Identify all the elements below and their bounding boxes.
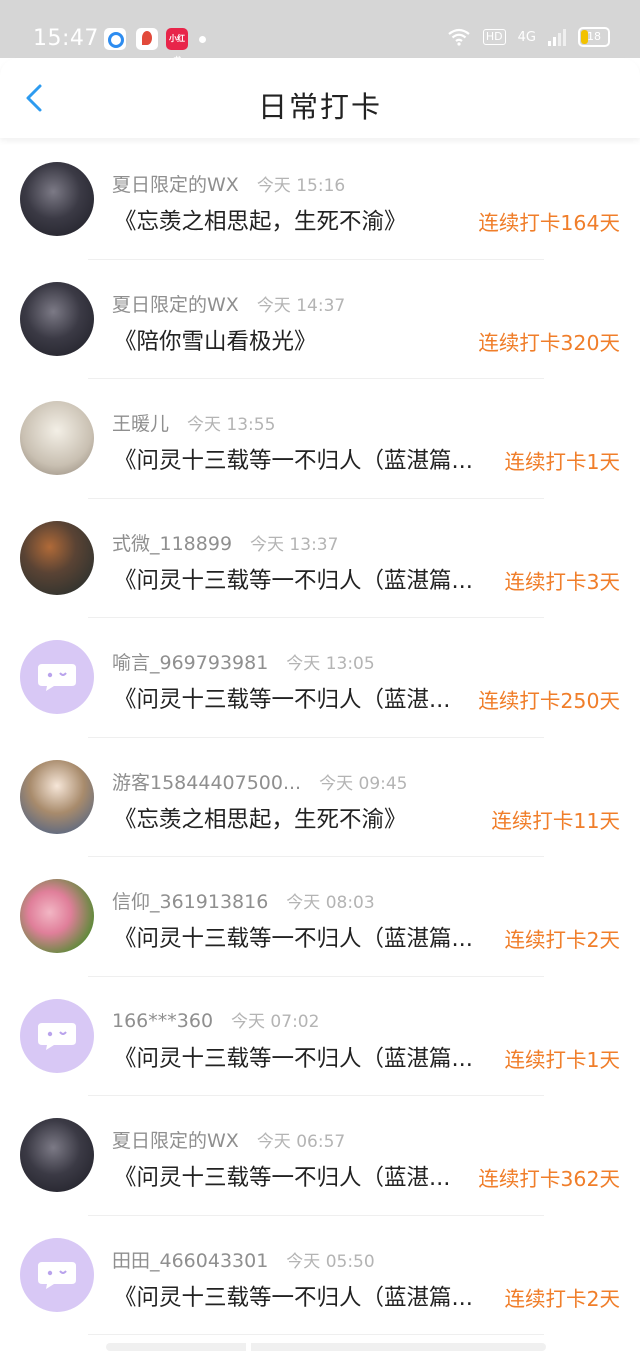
status-indicators: HD 4G 18 <box>447 27 610 47</box>
user-meta: 夏日限定的WX 今天 06:57 <box>112 1126 345 1153</box>
checkin-row[interactable]: 信仰_361913816 今天 08:03 《问灵十三载等一不归人（蓝湛篇... 连续… <box>0 857 640 977</box>
avatar[interactable] <box>20 162 94 236</box>
notification-dot <box>199 36 206 43</box>
status-bar: 15:47 小红书 HD 4G 18 <box>0 0 640 65</box>
checkin-title[interactable]: 《问灵十三载等一不归人（蓝湛... <box>114 1160 450 1192</box>
checkin-title[interactable]: 《问灵十三载等一不归人（蓝湛篇... <box>114 921 473 953</box>
avatar[interactable] <box>20 640 94 714</box>
checkin-title[interactable]: 《陪你雪山看极光》 <box>114 324 317 356</box>
username[interactable]: 田田_466043301 <box>112 1250 268 1272</box>
user-meta: 166***360 今天 07:02 <box>112 1007 319 1032</box>
checkin-time: 今天 09:45 <box>319 773 408 794</box>
streak-label: 连续打卡1天 <box>504 450 620 474</box>
checkin-row[interactable]: 式微_118899 今天 13:37 《问灵十三载等一不归人（蓝湛篇... 连续打卡3… <box>0 499 640 619</box>
avatar[interactable] <box>20 759 94 834</box>
user-meta: 式微_118899 今天 13:37 <box>112 529 338 556</box>
avatar[interactable] <box>20 401 94 475</box>
avatar[interactable] <box>20 1118 94 1192</box>
username[interactable]: 夏日限定的WX <box>112 174 239 196</box>
page-header: 日常打卡 <box>0 58 640 138</box>
username[interactable]: 式微_118899 <box>112 533 232 555</box>
checkin-time: 今天 08:03 <box>286 893 375 913</box>
xiaohongshu-app-icon: 小红书 <box>166 28 188 65</box>
hd-badge: HD <box>482 29 506 45</box>
checkin-row[interactable]: 游客15844407500... 今天 09:45 《忘羡之相思起，生死不渝》 连续打… <box>0 738 640 858</box>
streak-label: 连续打卡2天 <box>504 928 620 952</box>
username[interactable]: 喻言_969793981 <box>112 652 268 674</box>
chat-bubble-icon <box>38 664 76 691</box>
username[interactable]: 夏日限定的WX <box>112 1130 239 1152</box>
user-meta: 田田_466043301 今天 05:50 <box>112 1246 375 1273</box>
checkin-time: 今天 05:50 <box>286 1251 375 1272</box>
checkin-title[interactable]: 《问灵十三载等一不归人（蓝湛篇... <box>114 563 473 595</box>
user-meta: 喻言_969793981 今天 13:05 <box>112 648 375 675</box>
streak-label: 连续打卡250天 <box>478 689 620 713</box>
avatar[interactable] <box>20 281 94 356</box>
chat-bubble-icon <box>38 1261 76 1289</box>
user-meta: 信仰_361913816 今天 08:03 <box>112 887 375 914</box>
checkin-row[interactable]: 166***360 今天 07:02 《问灵十三载等一不归人（蓝湛篇... 连续打卡1… <box>0 977 640 1097</box>
checkin-time: 今天 07:02 <box>231 1011 320 1032</box>
user-meta: 夏日限定的WX 今天 14:37 <box>112 290 345 317</box>
user-meta: 夏日限定的WX 今天 15:16 <box>112 170 345 197</box>
wifi-icon <box>447 28 471 46</box>
chat-bubble-icon <box>38 1022 76 1050</box>
checkin-row[interactable]: 喻言_969793981 今天 13:05 《问灵十三载等一不归人（蓝湛... 连续打… <box>0 618 640 738</box>
checkin-time: 今天 06:57 <box>256 1132 346 1152</box>
avatar[interactable] <box>20 879 94 953</box>
username[interactable]: 游客15844407500... <box>112 772 301 794</box>
avatar[interactable] <box>20 998 94 1073</box>
page-title: 日常打卡 <box>257 90 382 124</box>
streak-label: 连续打卡362天 <box>478 1167 620 1191</box>
checkin-time: 今天 13:05 <box>286 654 375 674</box>
streak-label: 连续打卡3天 <box>504 569 620 594</box>
battery-level: 18 <box>587 30 601 43</box>
browser-app-icon <box>104 28 126 50</box>
checkin-time: 今天 14:37 <box>256 295 346 316</box>
network-label: 4G <box>517 29 536 45</box>
streak-label: 连续打卡2天 <box>504 1286 620 1311</box>
checkin-time: 今天 15:16 <box>256 176 346 196</box>
checkin-row[interactable]: 夏日限定的WX 今天 15:16 《忘羡之相思起，生死不渝》 连续打卡164天 <box>0 140 640 260</box>
checkin-title[interactable]: 《问灵十三载等一不归人（蓝湛篇... <box>114 1280 473 1312</box>
signal-icon <box>548 28 566 46</box>
status-time: 15:47 <box>33 26 99 51</box>
streak-label: 连续打卡11天 <box>491 808 620 833</box>
checkin-title[interactable]: 《问灵十三载等一不归人（蓝湛篇... <box>114 1041 473 1073</box>
checkin-time: 今天 13:55 <box>187 415 276 435</box>
battery-icon: 18 <box>578 27 610 47</box>
checkin-row[interactable]: 夏日限定的WX 今天 06:57 《问灵十三载等一不归人（蓝湛... 连续打卡362天 <box>0 1096 640 1216</box>
checkin-title[interactable]: 《忘羡之相思起，生死不渝》 <box>114 204 407 236</box>
username[interactable]: 王暖儿 <box>112 413 169 435</box>
streak-label: 连续打卡1天 <box>504 1047 620 1072</box>
streak-label: 连续打卡320天 <box>478 330 620 355</box>
checkin-row[interactable]: 田田_466043301 今天 05:50 《问灵十三载等一不归人（蓝湛篇... 连续… <box>0 1216 640 1336</box>
map-app-icon <box>136 28 158 50</box>
user-meta: 王暖儿 今天 13:55 <box>112 409 275 436</box>
checkin-title[interactable]: 《问灵十三载等一不归人（蓝湛... <box>114 682 450 714</box>
checkin-list: 夏日限定的WX 今天 15:16 《忘羡之相思起，生死不渝》 连续打卡164天 夏日限定… <box>0 140 640 1335</box>
streak-label: 连续打卡164天 <box>478 211 620 235</box>
username[interactable]: 夏日限定的WX <box>112 294 239 316</box>
username[interactable]: 信仰_361913816 <box>112 891 268 913</box>
avatar[interactable] <box>20 520 94 595</box>
checkin-title[interactable]: 《问灵十三载等一不归人（蓝湛篇... <box>114 443 473 475</box>
username[interactable]: 166***360 <box>112 1010 213 1032</box>
checkin-title[interactable]: 《忘羡之相思起，生死不渝》 <box>114 802 407 834</box>
list-bottom-edge <box>106 1343 546 1351</box>
checkin-time: 今天 13:37 <box>250 534 339 555</box>
user-meta: 游客15844407500... 今天 09:45 <box>112 768 408 795</box>
checkin-row[interactable]: 王暖儿 今天 13:55 《问灵十三载等一不归人（蓝湛篇... 连续打卡1天 <box>0 379 640 499</box>
checkin-row[interactable]: 夏日限定的WX 今天 14:37 《陪你雪山看极光》 连续打卡320天 <box>0 260 640 380</box>
avatar[interactable] <box>20 1237 94 1312</box>
